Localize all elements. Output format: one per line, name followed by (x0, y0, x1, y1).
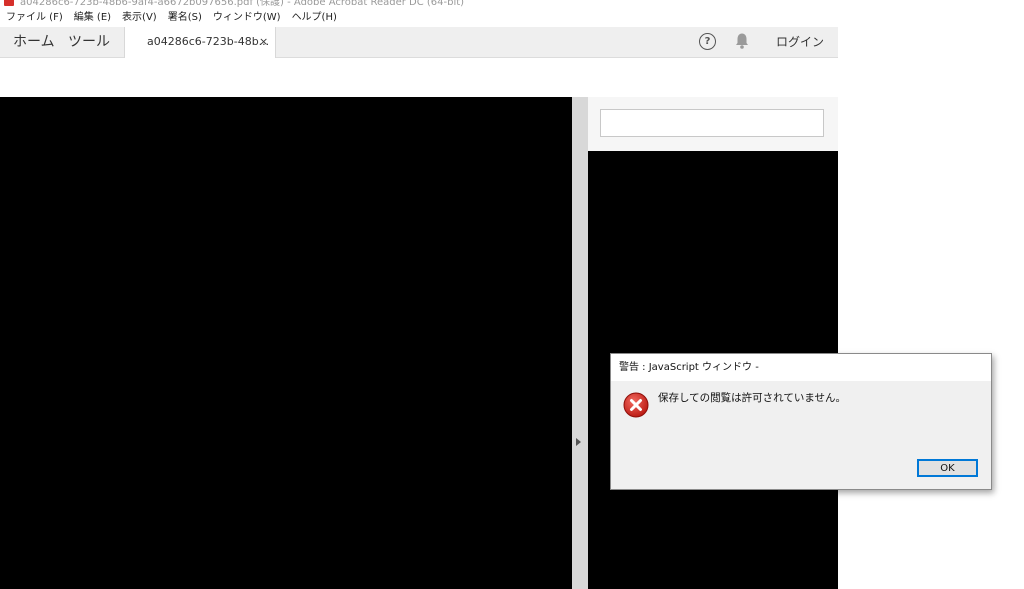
title-bar: a04286c6-723b-48b6-9af4-a6672b097656.pdf… (0, 0, 838, 8)
menu-item-file[interactable]: ファイル (F) (0, 9, 68, 26)
javascript-alert-dialog: 警告 : JavaScript ウィンドウ - 保存しての閲覧は許可されていませ… (610, 353, 992, 490)
menu-item-view[interactable]: 表示(V) (116, 9, 162, 26)
ok-button[interactable]: OK (917, 459, 978, 477)
menu-bar: ファイル (F) 編集 (E) 表示(V) 署名(S) ウィンドウ(W) ヘルプ… (0, 9, 838, 26)
dialog-titlebar[interactable]: 警告 : JavaScript ウィンドウ - (611, 354, 991, 381)
tab-bar: ホーム ツール a04286c6-723b-48b... × ? ログイン (0, 27, 838, 58)
help-icon[interactable]: ? (699, 33, 716, 50)
window-title: a04286c6-723b-48b6-9af4-a6672b097656.pdf… (20, 0, 465, 8)
tab-home[interactable]: ホーム (13, 27, 55, 57)
login-button[interactable]: ログイン (776, 27, 824, 57)
pane-splitter[interactable] (572, 97, 588, 589)
search-input[interactable] (600, 109, 824, 137)
dialog-message: 保存しての閲覧は許可されていません。 (658, 392, 847, 404)
menu-item-edit[interactable]: 編集 (E) (68, 9, 116, 26)
menu-item-sign[interactable]: 署名(S) (162, 9, 207, 26)
acrobat-icon (4, 0, 14, 6)
toolbar-area (0, 58, 838, 97)
bell-icon[interactable] (734, 32, 750, 50)
dialog-title: 警告 : JavaScript ウィンドウ - (619, 362, 759, 373)
error-icon (623, 392, 649, 418)
menu-item-help[interactable]: ヘルプ(H) (286, 9, 342, 26)
tab-document-label: a04286c6-723b-48b... (147, 35, 270, 48)
tab-tools[interactable]: ツール (68, 27, 110, 57)
menu-item-window[interactable]: ウィンドウ(W) (207, 9, 286, 26)
collapse-arrow-icon[interactable] (576, 438, 581, 446)
tab-document[interactable]: a04286c6-723b-48b... × (124, 27, 276, 58)
close-icon[interactable]: × (259, 27, 268, 57)
right-pane-header (588, 97, 838, 151)
document-canvas[interactable] (0, 97, 572, 589)
